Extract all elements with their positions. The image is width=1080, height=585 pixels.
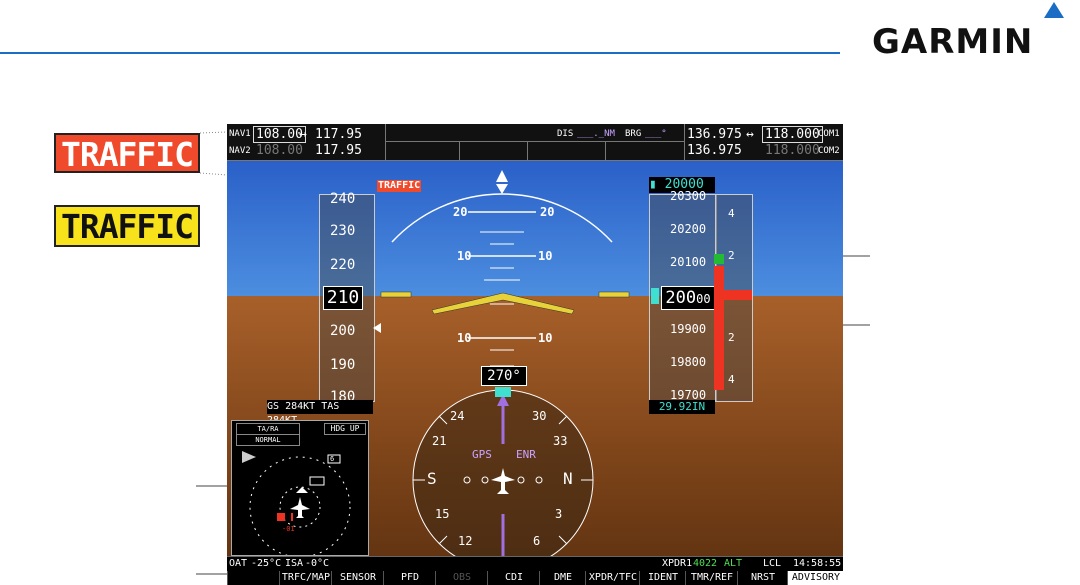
softkey-advisory[interactable]: ADVISORY <box>787 571 843 585</box>
inset-target-label: 6 <box>330 455 335 463</box>
local-time: 14:58:55 <box>793 558 842 569</box>
compass-south: S <box>427 469 437 488</box>
softkey-sensor[interactable]: SENSOR <box>331 571 384 585</box>
softkey-dme[interactable]: DME <box>539 571 586 585</box>
gs-label: GS <box>267 401 280 412</box>
airspeed-tick: 230 <box>330 223 356 239</box>
brg-label: BRG <box>625 129 642 139</box>
compass-30: 30 <box>532 409 547 423</box>
tas-label: TAS <box>321 401 340 412</box>
vsi-tick: 2 <box>728 249 735 262</box>
softkey-xpdr-tfc[interactable]: XPDR/TFC <box>585 571 640 585</box>
com2-label: COM2 <box>818 146 840 156</box>
nav1-swap-icon: ↔ <box>299 127 307 142</box>
gs-value: 284KT <box>285 401 316 412</box>
pitch-20-right: 20 <box>540 205 555 219</box>
xpdr-code: 4022 <box>693 558 718 569</box>
softkey-obs[interactable]: OBS <box>435 571 488 585</box>
inset-traffic-alt: -01 <box>282 525 295 533</box>
altitude-readout-tens: 00 <box>696 292 711 306</box>
altitude-tick: 20100 <box>670 255 707 269</box>
altitude-tick: 20300 <box>670 189 707 203</box>
airspeed-bug-icon <box>373 323 381 333</box>
compass-north: N <box>563 469 573 488</box>
nav2-label: NAV2 <box>229 146 251 156</box>
altitude-readout-hundreds: 200 <box>665 288 697 308</box>
vsi-tick: 4 <box>728 207 735 220</box>
isa-value: -0°C <box>305 558 330 569</box>
brg-value: ___° <box>645 129 667 139</box>
altitude-tick: 20200 <box>670 222 707 236</box>
airspeed-tick: 200 <box>330 323 356 339</box>
xpdr-label: XPDR1 <box>662 558 693 569</box>
nav2-active[interactable]: 108.00 <box>256 143 303 158</box>
dis-value: ___._NM <box>577 129 615 139</box>
com1-active[interactable]: 136.975 <box>687 127 742 142</box>
hsi-enr-label: ENR <box>516 448 536 461</box>
nav1-label: NAV1 <box>229 129 251 139</box>
ra-green-band <box>714 254 724 264</box>
oat-label: OAT <box>229 558 248 569</box>
com2-active[interactable]: 136.975 <box>687 143 742 158</box>
pitch-neg10-right: 10 <box>538 331 553 345</box>
altitude-readout: 20000 <box>661 286 715 310</box>
altitude-tick: 19900 <box>670 322 707 336</box>
heading-readout: 270° <box>481 366 527 386</box>
vsi-pointer <box>724 290 752 300</box>
pitch-10-right: 10 <box>538 249 553 263</box>
isa-label: ISA <box>285 558 304 569</box>
altitude-bug-icon <box>651 288 659 304</box>
dis-label: DIS <box>557 129 574 139</box>
vsi-tick: 2 <box>728 331 735 344</box>
airspeed-tick: 240 <box>330 191 356 207</box>
softkey-cdi[interactable]: CDI <box>487 571 540 585</box>
altitude-tick: 19800 <box>670 355 707 369</box>
vsi-tick: 4 <box>728 373 735 386</box>
compass-3: 3 <box>555 507 563 521</box>
com1-standby[interactable]: 118.000 <box>762 126 823 143</box>
compass-33: 33 <box>553 434 568 448</box>
lcl-label: LCL <box>763 558 782 569</box>
primary-flight-display: NAV1 108.00 ↔ 117.95 NAV2 108.00 117.95 … <box>227 124 843 585</box>
baro-setting[interactable]: 29.92IN <box>649 400 715 414</box>
softkey-blank[interactable] <box>227 571 280 585</box>
compass-12: 12 <box>458 534 473 548</box>
selected-altitude-icon: ▮ <box>649 177 665 192</box>
airspeed-tick: 190 <box>330 357 356 373</box>
softkey-ident[interactable]: IDENT <box>639 571 686 585</box>
ra-red-band <box>714 266 724 390</box>
nav-com-bar: NAV1 108.00 ↔ 117.95 NAV2 108.00 117.95 … <box>227 124 843 161</box>
status-bar: OAT -25°C ISA -0°C XPDR1 4022 ALT LCL 14… <box>227 556 843 571</box>
compass-24: 24 <box>450 409 465 423</box>
compass-15: 15 <box>435 507 450 521</box>
softkey-pfd[interactable]: PFD <box>383 571 436 585</box>
compass-6: 6 <box>533 534 541 548</box>
softkey-tmr-ref[interactable]: TMR/REF <box>685 571 738 585</box>
xpdr-mode: ALT <box>724 558 743 569</box>
pitch-10-left: 10 <box>457 249 472 263</box>
oat-value: -25°C <box>251 558 282 569</box>
inset-traffic-map: TA/RA NORMAL HDG UP 6 -01 <box>231 420 369 556</box>
speed-box: GS 284KT TAS 284KT <box>267 400 373 426</box>
com2-standby[interactable]: 118.000 <box>765 143 820 158</box>
airspeed-tick: 220 <box>330 257 356 273</box>
com1-swap-icon: ↔ <box>746 127 754 142</box>
pitch-neg10-left: 10 <box>457 331 472 345</box>
airspeed-readout: 210 <box>323 286 363 310</box>
pitch-20-left: 20 <box>453 205 468 219</box>
inset-range-rings <box>242 451 351 555</box>
softkey-nrst[interactable]: NRST <box>737 571 788 585</box>
softkey-trfc-map[interactable]: TRFC/MAP <box>279 571 332 585</box>
nav1-standby[interactable]: 117.95 <box>315 127 362 142</box>
compass-21: 21 <box>432 434 447 448</box>
hsi-gps-label: GPS <box>472 448 492 461</box>
com1-label: COM1 <box>818 129 840 139</box>
nav2-standby[interactable]: 117.95 <box>315 143 362 158</box>
